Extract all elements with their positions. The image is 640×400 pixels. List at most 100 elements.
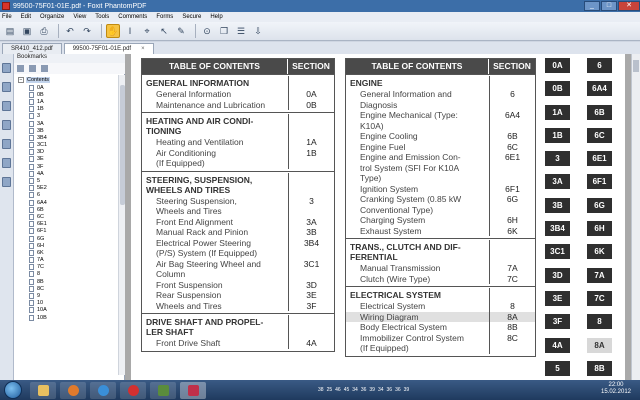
menu-item-file[interactable]: File <box>2 14 12 20</box>
close-button[interactable]: ✕ <box>618 0 640 11</box>
toc-row[interactable]: Clutch (Wire Type) 7C <box>346 273 535 284</box>
copy-icon[interactable]: ❐ <box>217 24 231 38</box>
save-icon[interactable]: ▣ <box>20 24 34 38</box>
minimize-button[interactable]: _ <box>584 0 600 11</box>
bookmark-item[interactable]: 10B <box>18 314 118 321</box>
toc-row[interactable]: Engine and Emission Con- trol System (SF… <box>346 152 535 184</box>
tray-indicator[interactable]: 39 <box>404 387 410 393</box>
toc-row[interactable]: Cranking System (0.85 kW Conventional Ty… <box>346 194 535 215</box>
tray-indicator[interactable]: 46 <box>335 387 341 393</box>
section-tab[interactable]: 7A <box>587 267 612 283</box>
bookmark-item[interactable]: 10 <box>18 300 118 307</box>
toc-row[interactable]: Engine Mechanical (Type: K10A) 6A4 <box>346 110 535 131</box>
toc-row[interactable]: Body Electrical System 8B <box>346 322 535 333</box>
tray-indicator[interactable]: 38 <box>318 387 324 393</box>
security-panel-icon[interactable] <box>2 177 11 187</box>
print-icon[interactable]: ⎙ <box>37 24 51 38</box>
toc-row[interactable]: Front End Alignment 3A <box>142 216 334 227</box>
bookmark-item[interactable]: 6 <box>18 192 118 199</box>
bookmark-item[interactable]: 3A <box>18 120 118 127</box>
menu-item-view[interactable]: View <box>73 14 86 20</box>
bookmark-item[interactable]: 6H <box>18 242 118 249</box>
annotation-icon[interactable]: ✎ <box>174 24 188 38</box>
toc-row[interactable]: Air Bag Steering Wheel and Column 3C1 <box>142 258 334 280</box>
bookmarks-scrollbar[interactable] <box>118 75 125 375</box>
bookmark-item[interactable]: 10A <box>18 307 118 314</box>
bookmark-item[interactable]: 0A <box>18 84 118 91</box>
toc-row[interactable]: Heating and Ventilation 1A <box>142 137 334 148</box>
toc-row[interactable]: Rear Suspension 3E <box>142 290 334 301</box>
bookmark-item[interactable]: 3B4 <box>18 134 118 141</box>
hand-tool-icon[interactable]: ✋ <box>106 24 120 38</box>
menu-item-comments[interactable]: Comments <box>118 14 147 20</box>
toc-row[interactable]: Engine Fuel 6C <box>346 141 535 152</box>
toc-row[interactable]: Ignition System 6F1 <box>346 183 535 194</box>
comments-panel-icon[interactable] <box>2 120 11 130</box>
section-tab[interactable]: 3B4 <box>545 221 570 237</box>
toc-row[interactable]: Manual Rack and Pinion 3B <box>142 227 334 238</box>
pointer-icon[interactable]: ↖ <box>157 24 171 38</box>
export-icon[interactable]: ⇩ <box>251 24 265 38</box>
collapse-icon[interactable]: − <box>18 76 24 83</box>
bookmark-item[interactable]: 3C1 <box>18 142 118 149</box>
toc-row[interactable]: Wiring Diagram 8A <box>346 311 535 322</box>
section-tab[interactable]: 5 <box>545 360 570 376</box>
bookmark-item[interactable]: 6F1 <box>18 228 118 235</box>
layers-panel-icon[interactable] <box>2 101 11 111</box>
section-tab[interactable]: 8A <box>587 337 612 353</box>
toc-row[interactable]: Front Drive Shaft 4A <box>142 338 334 349</box>
toc-row[interactable]: Immobilizer Control System (If Equipped)… <box>346 332 535 354</box>
binoculars-icon[interactable]: ⊙ <box>200 24 214 38</box>
section-tab[interactable]: 3 <box>545 151 570 167</box>
toc-row[interactable]: General Information and Diagnosis 6 <box>346 89 535 110</box>
toc-row[interactable]: Electrical Power Steering (P/S) System (… <box>142 237 334 259</box>
section-tab[interactable]: 1B <box>545 127 570 143</box>
toc-row[interactable]: Electrical System 8 <box>346 301 535 312</box>
bookmark-item[interactable]: 6G <box>18 235 118 242</box>
pages-panel-icon[interactable] <box>2 82 11 92</box>
section-tab[interactable]: 6B <box>587 104 612 120</box>
toc-row[interactable]: General Information 0A <box>142 89 334 100</box>
explorer-taskbar-button[interactable] <box>30 381 56 399</box>
section-tab[interactable]: 1A <box>545 104 570 120</box>
bookmark-item[interactable]: 8B <box>18 278 118 285</box>
close-tab-icon[interactable]: × <box>141 46 145 52</box>
bookmark-item[interactable]: 4A <box>18 170 118 177</box>
section-tab[interactable]: 6F1 <box>587 174 612 190</box>
bookmark-item[interactable]: 3B <box>18 127 118 134</box>
menu-item-secure[interactable]: Secure <box>182 14 201 20</box>
scrollbar-thumb[interactable] <box>633 60 639 72</box>
section-tab[interactable]: 8B <box>587 360 612 376</box>
section-tab[interactable]: 6G <box>587 197 612 213</box>
tray-indicator[interactable]: 34 <box>352 387 358 393</box>
maximize-button[interactable]: □ <box>601 0 617 11</box>
bookmark-item[interactable]: 6A4 <box>18 199 118 206</box>
section-tab[interactable]: 3B <box>545 197 570 213</box>
bookmark-root[interactable]: − Contents <box>18 75 118 84</box>
bookmark-panel-icon[interactable] <box>2 63 11 73</box>
bookmark-item[interactable]: 6B <box>18 206 118 213</box>
tray-indicator[interactable]: 39 <box>369 387 375 393</box>
open-file-icon[interactable]: ▤ <box>3 24 17 38</box>
section-tab[interactable]: 8 <box>587 314 612 330</box>
section-tab[interactable]: 0B <box>545 81 570 97</box>
tray-indicator[interactable]: 45 <box>344 387 350 393</box>
bookmark-item[interactable]: 7C <box>18 264 118 271</box>
bookmark-item[interactable]: 3F <box>18 163 118 170</box>
bookmark-item[interactable]: 5E2 <box>18 185 118 192</box>
section-tab[interactable]: 4A <box>545 337 570 353</box>
page-view-icon[interactable]: ☰ <box>234 24 248 38</box>
bookmark-item[interactable]: 5 <box>18 177 118 185</box>
bookmark-item[interactable]: 3E <box>18 156 118 163</box>
section-tab[interactable]: 7C <box>587 290 612 306</box>
start-button[interactable] <box>4 381 22 399</box>
bookmark-item[interactable]: 6E1 <box>18 221 118 228</box>
bookmark-item[interactable]: 7A <box>18 257 118 264</box>
toc-row[interactable]: Maintenance and Lubrication 0B <box>142 99 334 110</box>
section-tab[interactable]: 3F <box>545 314 570 330</box>
bookmark-item[interactable]: 8 <box>18 271 118 278</box>
new-bookmark-icon[interactable] <box>41 65 48 72</box>
attachments-panel-icon[interactable] <box>2 139 11 149</box>
menu-item-forms[interactable]: Forms <box>156 14 173 20</box>
menu-item-help[interactable]: Help <box>210 14 222 20</box>
